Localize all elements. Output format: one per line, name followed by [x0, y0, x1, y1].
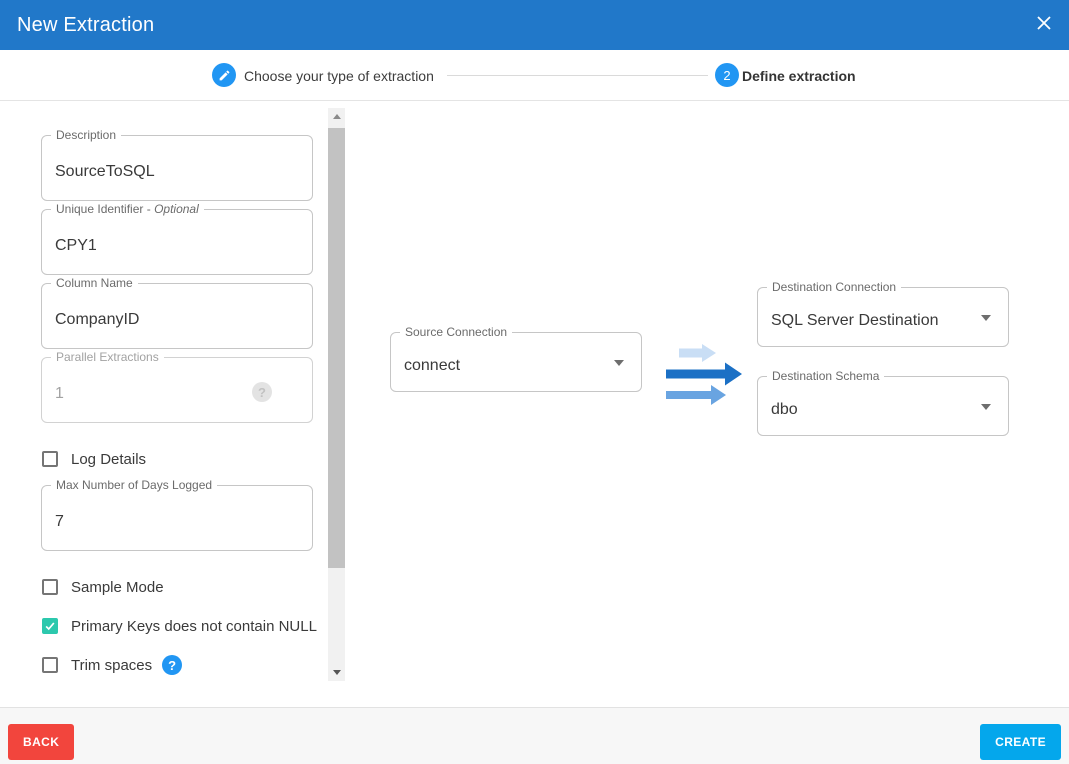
destination-connection-value: SQL Server Destination	[771, 312, 938, 330]
scrollbar-thumb[interactable]	[328, 128, 345, 568]
edit-pencil-icon	[218, 69, 231, 82]
step-1-circle[interactable]	[212, 63, 236, 87]
step-2-number: 2	[723, 68, 730, 83]
sample-mode-label: Sample Mode	[71, 579, 164, 596]
destination-schema-label: Destination Schema	[767, 369, 884, 383]
primary-keys-checkbox[interactable]	[42, 618, 58, 634]
help-icon[interactable]: ?	[162, 655, 182, 675]
primary-keys-label: Primary Keys does not contain NULL	[71, 618, 317, 635]
unique-identifier-label: Unique Identifier - Optional	[51, 202, 204, 216]
step-2-label[interactable]: Define extraction	[742, 68, 856, 84]
close-icon	[1036, 15, 1052, 31]
sample-mode-checkbox[interactable]	[42, 579, 58, 595]
scroll-down-arrow-icon[interactable]	[328, 664, 345, 681]
dialog-footer: BACK CREATE	[0, 707, 1069, 764]
dialog-header: New Extraction	[0, 0, 1069, 50]
trim-spaces-row[interactable]: Trim spaces ?	[42, 656, 182, 674]
parallel-extractions-field: Parallel Extractions 1 ?	[41, 357, 313, 423]
log-details-checkbox[interactable]	[42, 451, 58, 467]
destination-schema-value: dbo	[771, 401, 798, 419]
description-input[interactable]: SourceToSQL	[55, 163, 155, 181]
source-connection-value: connect	[404, 357, 460, 375]
step-2-circle[interactable]: 2	[715, 63, 739, 87]
column-name-input[interactable]: CompanyID	[55, 311, 139, 329]
dropdown-arrow-icon[interactable]	[981, 315, 991, 321]
back-button[interactable]: BACK	[8, 724, 74, 760]
sample-mode-row[interactable]: Sample Mode	[42, 578, 164, 596]
dialog-title: New Extraction	[17, 14, 154, 37]
create-button[interactable]: CREATE	[980, 724, 1061, 760]
log-details-row[interactable]: Log Details	[42, 450, 146, 468]
dialog-body: Description SourceToSQL Unique Identifie…	[0, 101, 1069, 707]
column-name-field[interactable]: Column Name CompanyID	[41, 283, 313, 349]
scroll-up-arrow-icon[interactable]	[328, 108, 345, 125]
max-days-logged-input[interactable]: 7	[55, 513, 64, 531]
transfer-arrows-icon	[664, 337, 744, 409]
destination-connection-select[interactable]: Destination Connection SQL Server Destin…	[757, 287, 1009, 347]
max-days-logged-label: Max Number of Days Logged	[51, 478, 217, 492]
help-icon-disabled: ?	[252, 382, 272, 402]
parallel-extractions-label: Parallel Extractions	[51, 350, 164, 364]
description-label: Description	[51, 128, 121, 142]
unique-identifier-field[interactable]: Unique Identifier - Optional CPY1	[41, 209, 313, 275]
left-panel-scrollbar[interactable]	[328, 108, 345, 681]
trim-spaces-checkbox[interactable]	[42, 657, 58, 673]
source-connection-label: Source Connection	[400, 325, 512, 339]
description-field[interactable]: Description SourceToSQL	[41, 135, 313, 201]
column-name-label: Column Name	[51, 276, 138, 290]
parallel-extractions-input: 1	[55, 385, 64, 403]
optional-hint: Optional	[154, 202, 199, 216]
check-icon	[44, 620, 56, 632]
dropdown-arrow-icon[interactable]	[981, 404, 991, 410]
unique-identifier-input[interactable]: CPY1	[55, 237, 97, 255]
trim-spaces-label: Trim spaces	[71, 657, 152, 674]
primary-keys-row[interactable]: Primary Keys does not contain NULL	[42, 617, 317, 635]
source-connection-select[interactable]: Source Connection connect	[390, 332, 642, 392]
stepper-connector	[447, 75, 708, 76]
dropdown-arrow-icon[interactable]	[614, 360, 624, 366]
close-button[interactable]	[1032, 13, 1056, 37]
step-1-label[interactable]: Choose your type of extraction	[244, 68, 434, 84]
destination-connection-label: Destination Connection	[767, 280, 901, 294]
max-days-logged-field[interactable]: Max Number of Days Logged 7	[41, 485, 313, 551]
log-details-label: Log Details	[71, 451, 146, 468]
stepper: Choose your type of extraction 2 Define …	[0, 50, 1069, 101]
destination-schema-select[interactable]: Destination Schema dbo	[757, 376, 1009, 436]
new-extraction-dialog: New Extraction Choose your type of extra…	[0, 0, 1069, 764]
